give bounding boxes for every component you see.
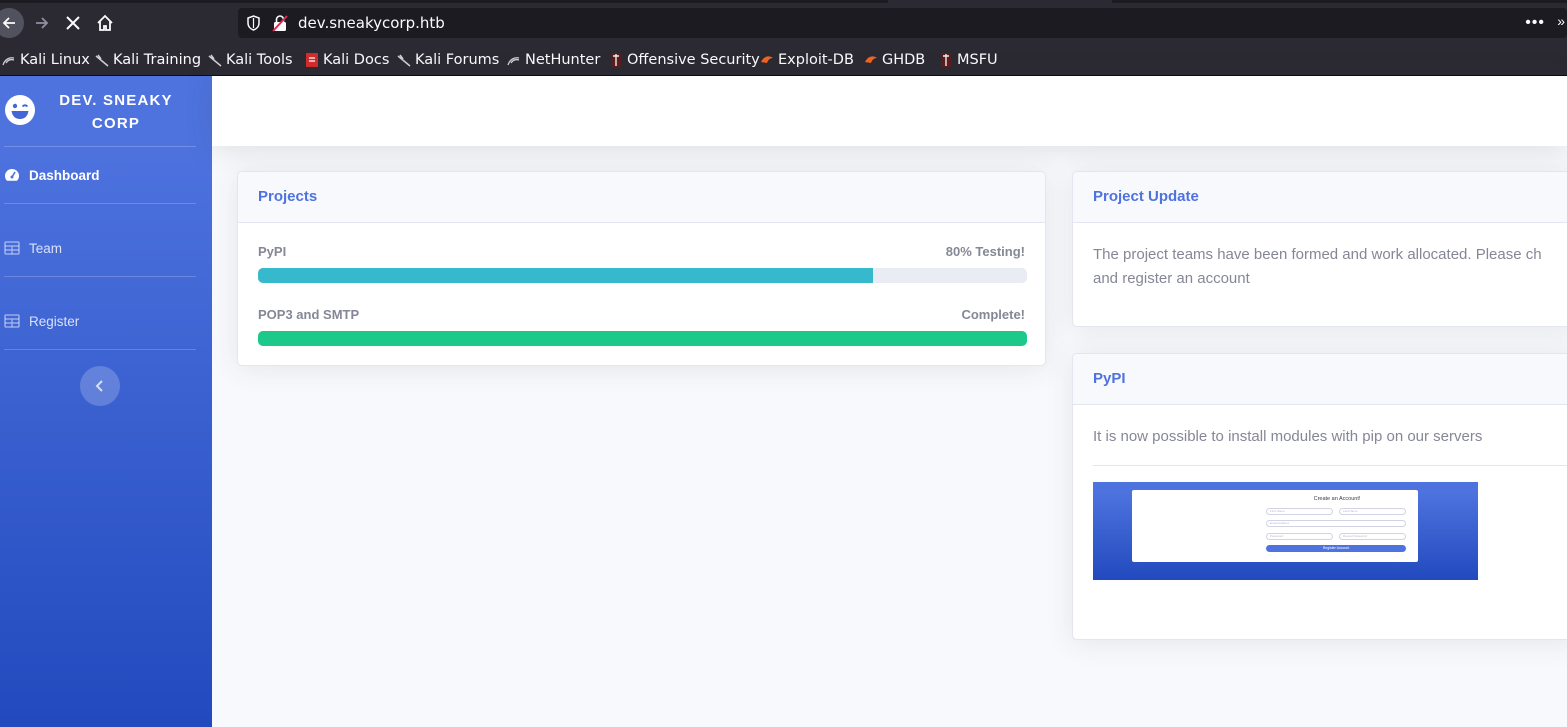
bookmark-kali-forums[interactable]: Kali Forums <box>397 51 499 69</box>
tab-strip-edge <box>0 0 888 3</box>
exploitdb-icon <box>761 56 773 63</box>
home-icon <box>97 14 113 31</box>
card-divider <box>1093 465 1567 466</box>
progress-fill <box>258 331 1027 346</box>
kali-docs-icon <box>306 53 318 67</box>
kali-dragon-icon <box>507 57 520 66</box>
topbar <box>212 76 1567 146</box>
bookmark-kali-training[interactable]: Kali Training <box>95 51 201 69</box>
bookmark-label: GHDB <box>882 52 926 68</box>
sidebar-item-team[interactable]: Team <box>4 238 194 258</box>
kali-dragon-icon <box>397 54 411 67</box>
tachometer-icon <box>5 169 19 181</box>
bookmark-label: MSFU <box>957 52 998 68</box>
offsec-icon <box>941 53 951 67</box>
bookmark-kali-docs[interactable]: Kali Docs <box>305 51 389 69</box>
bookmark-label: Exploit-DB <box>778 52 854 68</box>
bookmark-label: Kali Linux <box>20 52 90 68</box>
table-icon <box>4 241 20 255</box>
page-actions-icon[interactable]: ••• <box>1525 14 1545 32</box>
progress-bar-pypi <box>258 268 1027 283</box>
card-title: Projects <box>258 188 318 205</box>
bookmark-label: NetHunter <box>525 52 601 68</box>
bookmark-kali-tools[interactable]: Kali Tools <box>208 51 293 69</box>
offsec-icon <box>611 53 621 67</box>
url-text[interactable]: dev.sneakycorp.htb <box>298 14 445 32</box>
sidebar-item-dashboard[interactable]: Dashboard <box>4 165 194 185</box>
sidebar-item-label: Register <box>29 313 80 329</box>
arrow-left-icon <box>2 17 15 29</box>
screenshot-field: Last Name <box>1339 508 1406 515</box>
screenshot-button: Register Account <box>1266 545 1406 552</box>
project-status: Complete! <box>961 307 1025 322</box>
sidebar-divider <box>4 349 196 350</box>
pypi-card: PyPI It is now possible to install modul… <box>1072 353 1567 640</box>
url-bar[interactable]: dev.sneakycorp.htb ••• » <box>238 8 1567 38</box>
bookmark-label: Kali Forums <box>415 52 500 68</box>
browser-toolbar: dev.sneakycorp.htb ••• » <box>0 0 1567 44</box>
bookmark-ghdb[interactable]: GHDB <box>864 51 925 69</box>
kali-dragon-icon <box>2 57 15 66</box>
insecure-lock-icon[interactable] <box>272 14 288 32</box>
card-header: Project Update <box>1073 172 1567 223</box>
screenshot-field: Email Address <box>1266 520 1406 527</box>
sidebar-toggle-button[interactable] <box>80 366 120 406</box>
progress-bar-pop3-smtp <box>258 331 1027 346</box>
laugh-wink-icon <box>5 95 35 125</box>
sidebar-divider <box>4 146 196 147</box>
screenshot-field: Repeat Password <box>1339 533 1406 540</box>
card-body-text: The project teams have been formed and w… <box>1093 246 1542 263</box>
bookmarks-bar: Kali Linux Kali Training Kali Tools Kali… <box>0 44 1567 76</box>
table-icon <box>4 314 20 328</box>
bookmark-offensive-security[interactable]: Offensive Security <box>609 51 760 69</box>
arrow-right-icon <box>36 17 49 29</box>
sidebar: DEV. SNEAKY CORP Dashboard Team Register <box>0 76 212 727</box>
kali-dragon-icon <box>95 54 109 67</box>
card-header: Projects <box>238 172 1045 223</box>
screenshot-form-card: Create an Account! First Name Last Name … <box>1132 490 1418 562</box>
tab-strip-edge <box>1112 0 1567 3</box>
sidebar-item-label: Team <box>29 240 63 256</box>
overflow-chevron-icon[interactable]: » <box>1557 13 1565 29</box>
project-update-card: Project Update The project teams have be… <box>1072 171 1567 327</box>
shield-icon[interactable] <box>247 15 260 31</box>
sidebar-divider <box>4 203 196 204</box>
screenshot-title: Create an Account! <box>1313 496 1361 502</box>
screenshot-field: First Name <box>1266 508 1333 515</box>
chevron-left-icon <box>95 380 103 392</box>
card-body-text: It is now possible to install modules wi… <box>1093 428 1483 445</box>
bookmark-msfu[interactable]: MSFU <box>939 51 998 69</box>
project-name: PyPI <box>258 244 287 259</box>
sidebar-item-label: Dashboard <box>29 167 100 183</box>
bookmark-nethunter[interactable]: NetHunter <box>507 51 600 69</box>
screenshot-field: Password <box>1266 533 1333 540</box>
progress-fill <box>258 268 874 283</box>
projects-card: Projects PyPI 80% Testing! POP3 and SMTP… <box>237 171 1046 366</box>
exploitdb-icon <box>865 56 877 63</box>
project-status: 80% Testing! <box>945 244 1025 259</box>
close-icon <box>66 16 80 30</box>
sidebar-divider <box>4 276 196 277</box>
bookmark-label: Kali Tools <box>226 52 293 68</box>
card-body-text: and register an account <box>1093 270 1250 287</box>
card-header: PyPI <box>1073 354 1567 405</box>
bookmark-kali-linux[interactable]: Kali Linux <box>2 51 90 69</box>
back-button[interactable] <box>0 8 24 38</box>
kali-dragon-icon <box>208 54 222 67</box>
sidebar-item-register[interactable]: Register <box>4 311 194 331</box>
forward-button[interactable] <box>27 8 57 38</box>
project-name: POP3 and SMTP <box>258 307 360 322</box>
stop-button[interactable] <box>58 8 88 38</box>
sidebar-brand[interactable]: DEV. SNEAKY CORP <box>0 76 212 146</box>
bookmark-exploit-db[interactable]: Exploit-DB <box>760 51 854 69</box>
register-screenshot-image: Create an Account! First Name Last Name … <box>1093 482 1478 580</box>
bookmark-label: Kali Training <box>113 52 202 68</box>
card-title: PyPI <box>1093 370 1126 387</box>
home-button[interactable] <box>90 8 120 38</box>
bookmark-label: Offensive Security <box>627 52 760 68</box>
brand-name: DEV. SNEAKY CORP <box>59 92 173 132</box>
bookmark-label: Kali Docs <box>323 52 390 68</box>
card-title: Project Update <box>1093 188 1199 205</box>
